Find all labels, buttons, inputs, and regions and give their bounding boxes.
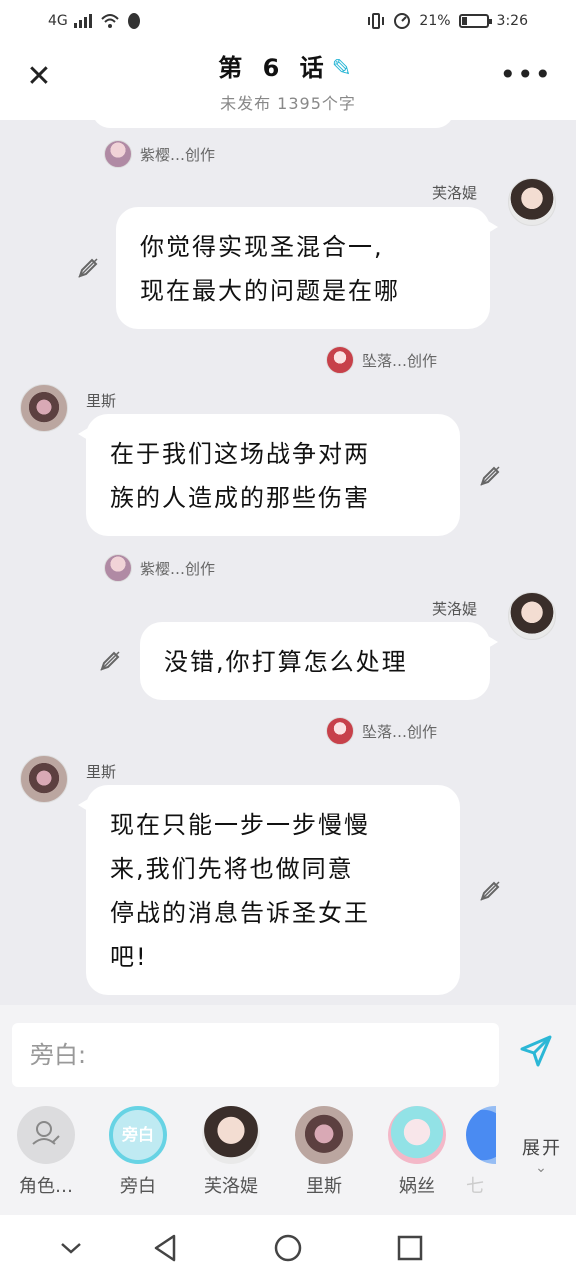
title-text: 第 6 话 [218, 54, 330, 82]
clock: 3:26 [496, 13, 528, 29]
system-nav-bar [0, 1215, 576, 1280]
status-bar: 4G 21% 3:26 [0, 8, 576, 34]
character-wasi[interactable]: 娲丝 [377, 1106, 457, 1198]
edit-title-icon[interactable]: ✎ [332, 54, 358, 82]
speaker-name: 芙洛媞 [432, 184, 478, 202]
character-label: 芙洛媞 [204, 1176, 258, 1197]
character-selector: 角色… 旁白 旁白 芙洛媞 里斯 娲丝 七 展开 ⌄ [0, 1100, 576, 1215]
person-icon [17, 1106, 75, 1164]
character-label: 娲丝 [399, 1176, 435, 1197]
edit-message-icon[interactable] [98, 649, 122, 673]
character-roles[interactable]: 角色… [6, 1106, 86, 1198]
credit-text: 坠落…创作 [362, 722, 438, 741]
expand-label: 展开 [522, 1138, 562, 1159]
edit-message-icon[interactable] [76, 256, 100, 280]
message-bubble[interactable]: 在于我们这场战争对两 族的人造成的那些伤害 [78, 414, 460, 536]
recents-nav-icon[interactable] [393, 1231, 427, 1265]
character-label: 里斯 [306, 1176, 342, 1197]
credit-row: 坠落…创作 [326, 346, 437, 374]
network-label: 4G [48, 13, 68, 29]
character-label: 角色… [19, 1176, 73, 1197]
message-line: 你觉得实现圣混合一, [140, 233, 384, 261]
more-options-icon[interactable]: ••• [499, 61, 552, 89]
top-bar: 4G 21% 3:26 ✕ 第 6 话✎ 未发布 1395个字 ••• [0, 0, 576, 120]
credit-row: 紫樱…创作 [104, 554, 215, 582]
creator-avatar [326, 717, 354, 745]
expand-button[interactable]: 展开 ⌄ [522, 1134, 562, 1176]
chevron-down-icon: ⌄ [535, 1160, 549, 1176]
previous-message-bubble [92, 120, 454, 128]
message-line: 停战的消息告诉圣女王 [110, 899, 370, 927]
composer: 旁白: [0, 1005, 576, 1100]
send-icon[interactable] [518, 1033, 554, 1069]
message-line: 现在最大的问题是在哪 [140, 277, 400, 305]
home-nav-icon[interactable] [271, 1231, 305, 1265]
speed-icon [394, 13, 411, 29]
speaker-name: 里斯 [86, 763, 117, 781]
character-avatar [466, 1106, 496, 1164]
qq-icon [127, 13, 140, 29]
speaker-name: 芙洛媞 [432, 600, 478, 618]
message-bubble[interactable]: 现在只能一步一步慢慢 来,我们先将也做同意 停战的消息告诉圣女王 吧! [78, 785, 460, 995]
creator-avatar [104, 140, 132, 168]
message-line: 在于我们这场战争对两 [110, 440, 370, 468]
avatar-fuluoti[interactable] [508, 592, 556, 640]
message-line: 现在只能一步一步慢慢 [110, 811, 370, 839]
message-line: 来,我们先将也做同意 [110, 855, 354, 883]
message-bubble[interactable]: 你觉得实现圣混合一, 现在最大的问题是在哪 [116, 207, 498, 329]
collapse-nav-icon[interactable] [54, 1231, 88, 1265]
credit-row: 坠落…创作 [326, 717, 437, 745]
creator-avatar [104, 554, 132, 582]
credit-text: 紫樱…创作 [140, 559, 216, 578]
edit-message-icon[interactable] [478, 879, 502, 903]
character-avatar [388, 1106, 446, 1164]
character-fuluoti[interactable]: 芙洛媞 [191, 1106, 271, 1198]
credit-text: 紫樱…创作 [140, 145, 216, 164]
signal-icon [73, 14, 92, 28]
avatar-lisi[interactable] [20, 384, 68, 432]
chat-area[interactable]: 紫樱…创作 芙洛媞 你觉得实现圣混合一, 现在最大的问题是在哪 坠落…创作 里斯… [0, 120, 576, 1005]
vibrate-icon [368, 13, 385, 29]
credit-row: 紫樱…创作 [104, 140, 215, 168]
message-line: 吧! [110, 943, 148, 971]
back-nav-icon[interactable] [148, 1231, 182, 1265]
avatar-fuluoti[interactable] [508, 178, 556, 226]
battery-icon [458, 14, 492, 28]
message-input[interactable]: 旁白: [12, 1023, 499, 1087]
character-label: 七 [466, 1176, 484, 1197]
narration-badge: 旁白 [109, 1106, 167, 1164]
credit-text: 坠落…创作 [362, 351, 438, 370]
edit-message-icon[interactable] [478, 464, 502, 488]
message-line: 没错,你打算怎么处理 [164, 648, 408, 676]
wifi-icon [101, 14, 119, 28]
creator-avatar [326, 346, 354, 374]
character-avatar [202, 1106, 260, 1164]
character-partial[interactable]: 七 [466, 1106, 496, 1198]
message-line: 族的人造成的那些伤害 [110, 484, 370, 512]
avatar-lisi[interactable] [20, 755, 68, 803]
character-avatar [295, 1106, 353, 1164]
message-bubble[interactable]: 没错,你打算怎么处理 [140, 622, 498, 700]
speaker-name: 里斯 [86, 392, 117, 410]
character-lisi[interactable]: 里斯 [284, 1106, 364, 1198]
character-label: 旁白 [120, 1176, 156, 1197]
character-narration[interactable]: 旁白 旁白 [98, 1106, 178, 1198]
page-subtitle: 未发布 1395个字 [220, 94, 356, 113]
page-title: 第 6 话✎ [0, 48, 576, 83]
battery-percent: 21% [419, 13, 451, 29]
